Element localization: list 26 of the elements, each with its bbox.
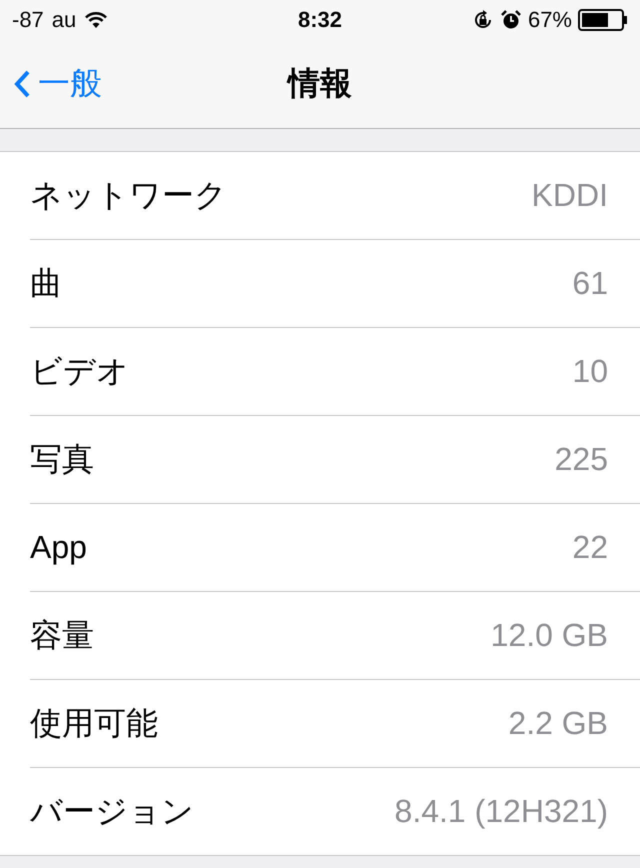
alarm-clock-icon: [500, 9, 522, 31]
row-value: 225: [554, 441, 608, 478]
battery-percentage: 67%: [528, 7, 572, 33]
row-label: 容量: [30, 616, 94, 654]
row-value: 22: [572, 529, 608, 566]
row-value: 2.2 GB: [508, 705, 608, 742]
wifi-icon: [84, 11, 108, 29]
row-value: 12.0 GB: [490, 617, 608, 654]
signal-strength: -87: [12, 7, 44, 33]
row-label: App: [30, 529, 87, 566]
row-label: ネットワーク: [30, 176, 227, 214]
battery-icon: [578, 9, 628, 31]
clock-time: 8:32: [296, 7, 344, 33]
row-label: バージョン: [30, 792, 194, 830]
row-label: 写真: [30, 440, 94, 478]
row-label: 曲: [30, 264, 62, 302]
row-value: 8.4.1 (12H321): [394, 793, 608, 830]
row-value: KDDI: [532, 177, 608, 214]
row-label: 使用可能: [30, 704, 158, 742]
page-title: 情報: [288, 64, 352, 103]
row-value: 61: [572, 265, 608, 302]
carrier-name: au: [52, 7, 76, 33]
row-label: ビデオ: [30, 352, 129, 390]
row-value: 10: [572, 353, 608, 390]
back-button[interactable]: 一般: [14, 62, 102, 106]
chevron-left-icon: [14, 70, 30, 98]
